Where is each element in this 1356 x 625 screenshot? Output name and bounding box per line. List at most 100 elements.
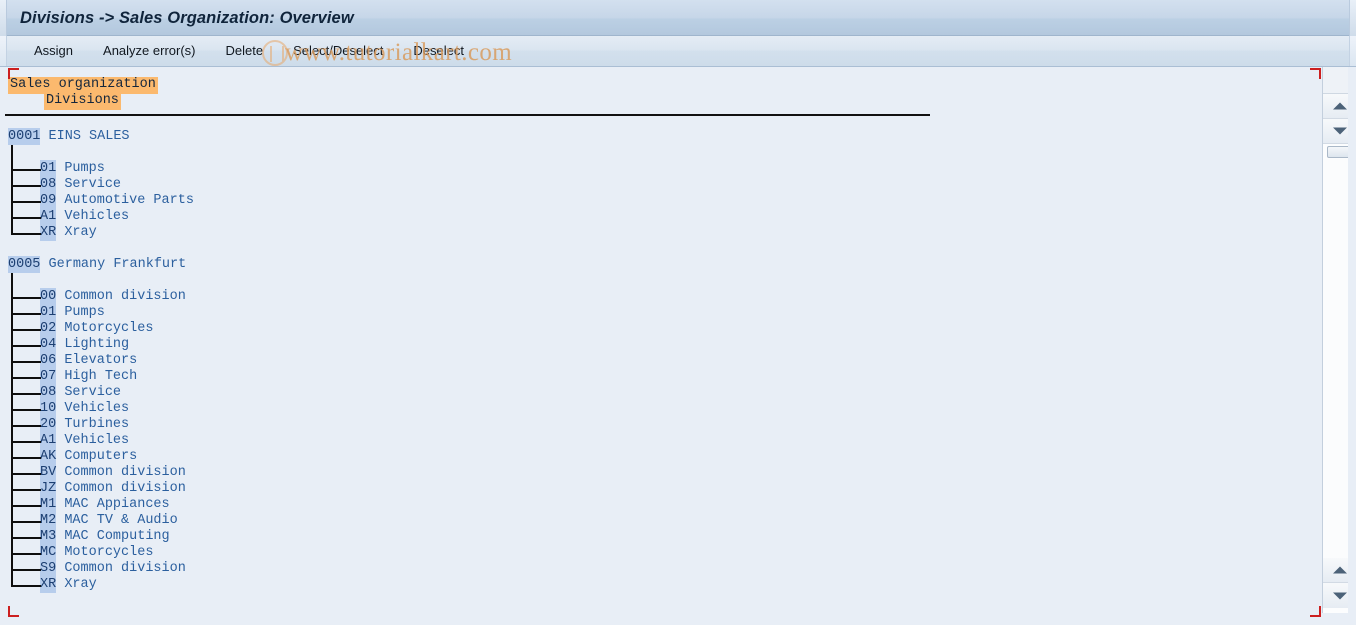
division-label: Common division — [64, 289, 186, 304]
division-code: 10 — [40, 400, 57, 417]
division-node[interactable]: 10 Vehicles — [0, 400, 194, 417]
division-code: MC — [40, 544, 57, 561]
division-code: XR — [40, 576, 57, 593]
tree-branch-line — [11, 233, 41, 235]
sap-window: Divisions -> Sales Organization: Overvie… — [0, 0, 1356, 625]
division-node[interactable]: M3 MAC Computing — [0, 528, 194, 545]
division-code: 06 — [40, 352, 57, 369]
division-node[interactable]: M2 MAC TV & Audio — [0, 512, 194, 529]
division-code: A1 — [40, 208, 57, 225]
division-node[interactable]: 08 Service — [0, 384, 194, 401]
sales-org-division-tree: 0001 EINS SALES 01 Pumps 08 Service 09 Auto… — [0, 128, 194, 593]
toolbar-button-group: Assign Analyze error(s) Delete Select/Desel… — [19, 36, 479, 66]
division-node[interactable]: 07 High Tech — [0, 368, 194, 385]
division-code: 08 — [40, 176, 57, 193]
tree-branch-line — [11, 441, 41, 443]
tree-branch-line — [11, 377, 41, 379]
header-separator-rule — [5, 114, 930, 116]
division-node[interactable]: 01 Pumps — [0, 160, 194, 177]
tree-group-gap — [0, 241, 194, 257]
tree-branch-line — [11, 297, 41, 299]
division-node[interactable]: M1 MAC Appiances — [0, 496, 194, 513]
tree-branch-line — [11, 457, 41, 459]
division-node[interactable]: XR Xray — [0, 224, 194, 241]
triangle-down-icon — [1332, 592, 1347, 599]
division-node[interactable]: 09 Automotive Parts — [0, 192, 194, 209]
column-heading-sales-organization: Sales organization — [8, 77, 158, 94]
deselect-button[interactable]: Deselect — [398, 39, 479, 63]
toolbar-left-edge — [0, 36, 7, 66]
division-node[interactable]: 04 Lighting — [0, 336, 194, 353]
tree-branch-line — [11, 489, 41, 491]
division-label: Vehicles — [64, 209, 130, 224]
division-node[interactable]: AK Computers — [0, 448, 194, 465]
tree-branch-line — [11, 521, 41, 523]
column-heading-divisions: Divisions — [44, 93, 121, 110]
triangle-down-icon — [1332, 127, 1347, 135]
division-label: MAC TV & Audio — [64, 513, 178, 528]
division-label: Vehicles — [64, 401, 130, 416]
assign-button[interactable]: Assign — [19, 39, 88, 63]
division-code: 07 — [40, 368, 57, 385]
tree-branch-line — [11, 505, 41, 507]
division-node[interactable]: XR Xray — [0, 576, 194, 593]
tree-canvas: Sales organization Divisions 0001 EINS S… — [0, 67, 1322, 613]
tree-branch-line — [11, 169, 41, 171]
division-code: 00 — [40, 288, 57, 305]
tree-branch-line — [11, 329, 41, 331]
tree-branch-line — [11, 425, 41, 427]
tree-branch-line — [11, 361, 41, 363]
select-deselect-button[interactable]: Select/Deselect — [278, 39, 398, 63]
titlebar-right-edge — [1349, 0, 1356, 36]
division-label: Xray — [64, 225, 97, 240]
tree-branch-line — [11, 185, 41, 187]
division-label: Computers — [64, 449, 138, 464]
division-list: 01 Pumps 08 Service 09 Automotive Parts A1 … — [0, 145, 194, 241]
sales-org-label: Germany Frankfurt — [48, 257, 187, 272]
triangle-up-icon — [1332, 102, 1347, 110]
division-node[interactable]: S9 Common division — [0, 560, 194, 577]
analyze-errors-button[interactable]: Analyze error(s) — [88, 39, 210, 63]
division-label: Vehicles — [64, 433, 130, 448]
division-node[interactable]: 02 Motorcycles — [0, 320, 194, 337]
division-node[interactable]: BV Common division — [0, 464, 194, 481]
division-label: High Tech — [64, 369, 138, 384]
tree-branch-line — [11, 313, 41, 315]
delete-button[interactable]: Delete — [211, 39, 279, 63]
division-label: Common division — [64, 481, 186, 496]
division-label: Xray — [64, 577, 97, 592]
division-label: Motorcycles — [64, 545, 154, 560]
division-code: 01 — [40, 160, 57, 177]
window-title-bar: Divisions -> Sales Organization: Overvie… — [0, 0, 1356, 36]
division-node[interactable]: A1 Vehicles — [0, 432, 194, 449]
division-code: M3 — [40, 528, 57, 545]
sales-org-node[interactable]: 0005 Germany Frankfurt — [0, 256, 194, 273]
division-code: AK — [40, 448, 57, 465]
division-node[interactable]: 00 Common division — [0, 288, 194, 305]
division-node[interactable]: MC Motorcycles — [0, 544, 194, 561]
window-bottom-margin — [0, 613, 1356, 625]
division-code: A1 — [40, 432, 57, 449]
triangle-up-icon — [1332, 566, 1347, 574]
division-node[interactable]: 01 Pumps — [0, 304, 194, 321]
division-node[interactable]: A1 Vehicles — [0, 208, 194, 225]
division-node[interactable]: 08 Service — [0, 176, 194, 193]
division-node[interactable]: 20 Turbines — [0, 416, 194, 433]
tree-branch-line — [11, 201, 41, 203]
sales-org-node[interactable]: 0001 EINS SALES — [0, 128, 194, 145]
corner-mark-bottom-right — [1310, 606, 1321, 617]
tree-branch-line — [11, 553, 41, 555]
sales-org-code: 0001 — [8, 128, 41, 145]
division-node[interactable]: 06 Elevators — [0, 352, 194, 369]
division-code: 01 — [40, 304, 57, 321]
corner-mark-bottom-left — [8, 606, 19, 617]
division-node[interactable]: JZ Common division — [0, 480, 194, 497]
division-label: MAC Appiances — [64, 497, 170, 512]
division-label: Lighting — [64, 337, 130, 352]
division-label: Common division — [64, 465, 186, 480]
toolbar-right-edge — [1349, 36, 1356, 66]
tree-branch-line — [11, 409, 41, 411]
division-code: JZ — [40, 480, 57, 497]
